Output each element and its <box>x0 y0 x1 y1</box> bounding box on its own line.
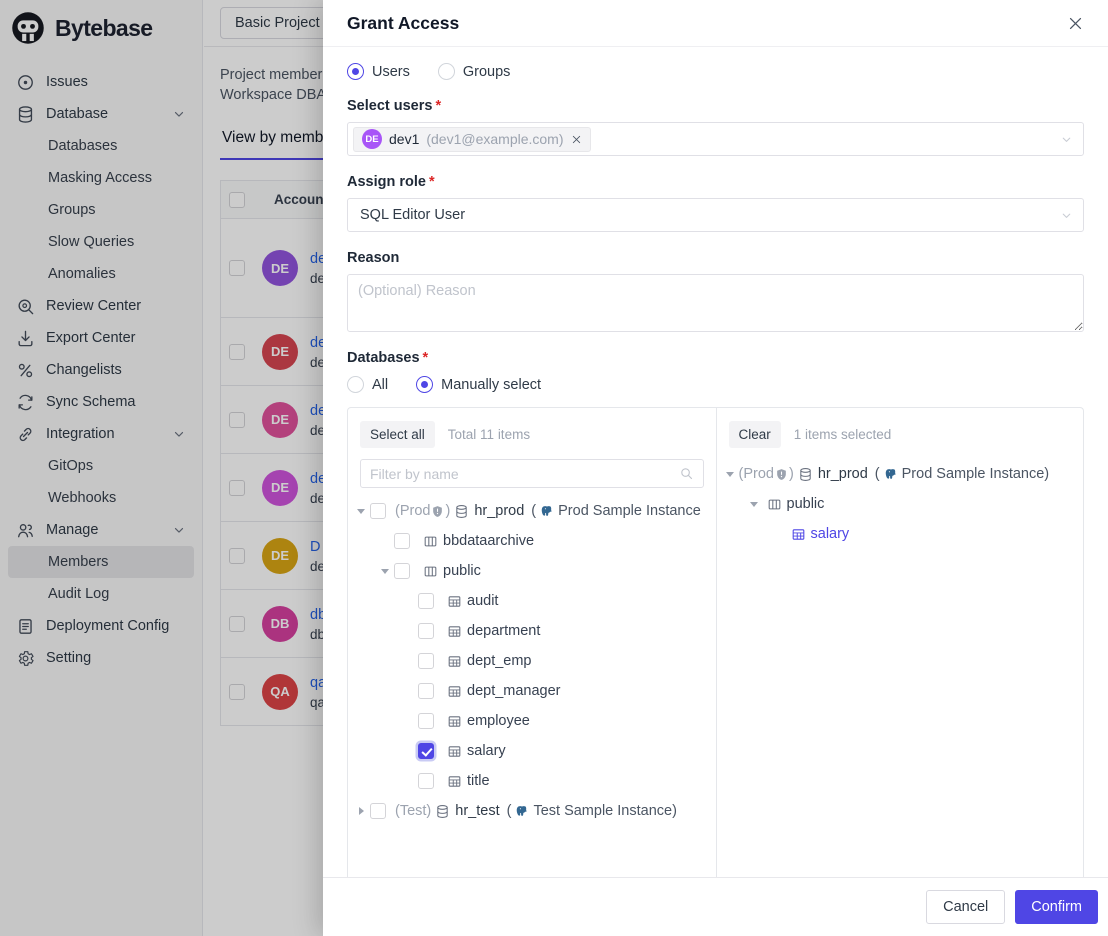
checkbox[interactable] <box>418 683 434 699</box>
cancel-button[interactable]: Cancel <box>926 890 1005 924</box>
radio-groups[interactable]: Groups <box>438 63 511 80</box>
radio-manually-select[interactable]: Manually select <box>416 376 541 393</box>
required-marker: * <box>429 174 435 190</box>
schema-icon <box>767 497 782 512</box>
database-icon <box>435 804 450 819</box>
radio-unselected-icon <box>438 63 455 80</box>
schema-icon <box>423 534 438 549</box>
database-icon <box>798 467 813 482</box>
assign-role-value: SQL Editor User <box>353 207 465 223</box>
shield-icon <box>775 468 788 481</box>
filter-input-wrap <box>360 459 704 488</box>
select-users-input[interactable]: DE dev1 (dev1@example.com) <box>347 122 1084 156</box>
postgres-icon <box>540 504 554 518</box>
table-icon <box>447 744 462 759</box>
table-icon <box>447 774 462 789</box>
assign-role-label: Assign role* <box>347 174 1084 190</box>
postgres-icon <box>884 467 898 481</box>
chevron-down-icon <box>1060 133 1073 146</box>
caret-down-icon[interactable] <box>745 502 763 507</box>
tree-row-dept-manager[interactable]: dept_manager <box>348 676 716 706</box>
tree-row-title[interactable]: title <box>348 766 716 796</box>
postgres-icon <box>515 804 529 818</box>
user-chip: DE dev1 (dev1@example.com) <box>353 127 591 152</box>
clear-button[interactable]: Clear <box>729 421 781 448</box>
select-all-button[interactable]: Select all <box>360 421 435 448</box>
selected-row-salary[interactable]: salary <box>717 519 1084 549</box>
chevron-down-icon <box>1060 209 1073 222</box>
checkbox[interactable] <box>370 503 386 519</box>
database-icon <box>454 504 469 519</box>
radio-selected-icon <box>347 63 364 80</box>
caret-down-icon[interactable] <box>721 472 739 477</box>
radio-users[interactable]: Users <box>347 63 410 80</box>
table-icon <box>447 714 462 729</box>
reason-label: Reason <box>347 250 1084 266</box>
chip-avatar: DE <box>362 129 382 149</box>
checkbox[interactable] <box>394 533 410 549</box>
member-type-radio-group: Users Groups <box>347 63 1084 80</box>
radio-selected-icon <box>416 376 433 393</box>
caret-down-icon[interactable] <box>352 509 370 514</box>
radio-unselected-icon <box>347 376 364 393</box>
selected-count-label: 1 items selected <box>794 427 892 442</box>
database-transfer-panel: Select all Total 11 items (Prod ) <box>347 407 1084 877</box>
schema-icon <box>423 564 438 579</box>
assign-role-select[interactable]: SQL Editor User <box>347 198 1084 232</box>
checkbox[interactable] <box>370 803 386 819</box>
checkbox[interactable] <box>418 653 434 669</box>
tree-row-bbdataarchive[interactable]: bbdataarchive <box>348 526 716 556</box>
tree-row-dept-emp[interactable]: dept_emp <box>348 646 716 676</box>
databases-radio-group: All Manually select <box>347 376 1084 393</box>
table-icon <box>447 684 462 699</box>
checkbox[interactable] <box>418 623 434 639</box>
chip-user-email: (dev1@example.com) <box>426 131 563 147</box>
table-icon <box>791 527 806 542</box>
search-icon <box>679 466 694 481</box>
checkbox[interactable] <box>418 713 434 729</box>
filter-by-name-input[interactable] <box>370 466 679 482</box>
checkbox[interactable] <box>394 563 410 579</box>
table-icon <box>447 624 462 639</box>
transfer-target-pane: Clear 1 items selected (Prod ) hr_prod (… <box>716 408 1084 877</box>
target-tree: (Prod ) hr_prod (Prod Sample Instance) p… <box>717 457 1084 551</box>
source-tree: (Prod ) hr_prod (Prod Sample Instance bb… <box>348 494 716 828</box>
required-marker: * <box>423 350 429 366</box>
reason-textarea[interactable] <box>347 274 1084 332</box>
caret-down-icon[interactable] <box>376 569 394 574</box>
checkbox[interactable] <box>418 593 434 609</box>
table-icon <box>447 654 462 669</box>
databases-label: Databases* <box>347 350 1084 366</box>
shield-icon <box>431 505 444 518</box>
confirm-button[interactable]: Confirm <box>1015 890 1098 924</box>
selected-row-hr-prod[interactable]: (Prod ) hr_prod (Prod Sample Instance) <box>717 459 1084 489</box>
tree-row-salary[interactable]: salary <box>348 736 716 766</box>
close-icon[interactable] <box>1067 15 1084 32</box>
tree-row-audit[interactable]: audit <box>348 586 716 616</box>
modal-footer: Cancel Confirm <box>323 877 1108 936</box>
grant-access-modal: Grant Access Users Groups Select users* … <box>323 0 1108 936</box>
required-marker: * <box>435 98 441 114</box>
tree-row-department[interactable]: department <box>348 616 716 646</box>
modal-title: Grant Access <box>347 13 459 34</box>
total-items-label: Total 11 items <box>448 427 530 442</box>
tree-row-hr-test[interactable]: (Test ) hr_test (Test Sample Instance) <box>348 796 716 826</box>
chip-user-name: dev1 <box>389 131 419 147</box>
transfer-source-pane: Select all Total 11 items (Prod ) <box>348 408 716 877</box>
checkbox[interactable] <box>418 773 434 789</box>
checkbox-checked[interactable] <box>418 743 434 759</box>
radio-all-databases[interactable]: All <box>347 376 388 393</box>
table-icon <box>447 594 462 609</box>
caret-right-icon[interactable] <box>352 807 370 815</box>
select-users-label: Select users* <box>347 98 1084 114</box>
tree-row-employee[interactable]: employee <box>348 706 716 736</box>
tree-row-hr-prod[interactable]: (Prod ) hr_prod (Prod Sample Instance <box>348 496 716 526</box>
chip-remove-icon[interactable] <box>571 134 582 145</box>
selected-row-public[interactable]: public <box>717 489 1084 519</box>
tree-row-public[interactable]: public <box>348 556 716 586</box>
